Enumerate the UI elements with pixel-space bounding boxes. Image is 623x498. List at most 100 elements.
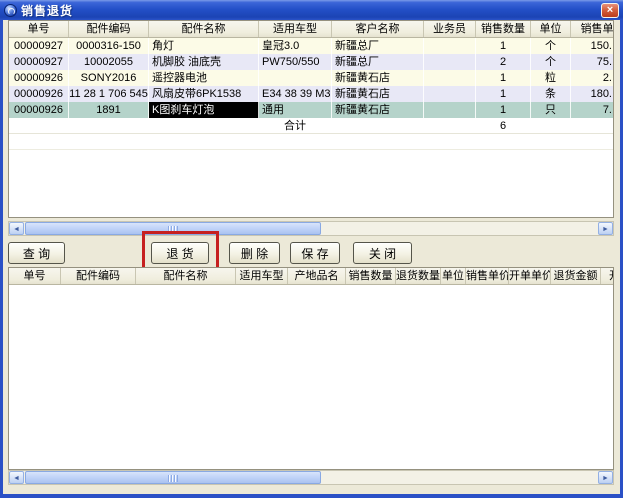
cell-order-no[interactable]: 00000927: [9, 54, 69, 70]
col-unit[interactable]: 单位: [531, 21, 571, 37]
col-order-no[interactable]: 单号: [9, 21, 69, 37]
col-vehicle-model[interactable]: 适用车型: [259, 21, 332, 37]
col-part-code[interactable]: 配件编码: [69, 21, 149, 37]
scroll-left-icon[interactable]: ◄: [9, 222, 24, 235]
table-row[interactable]: 00000926 11 28 1 706 545 风扇皮带6PK1538 E34…: [9, 86, 613, 102]
scrollbar-track[interactable]: [24, 471, 598, 484]
col-part-name[interactable]: 配件名称: [136, 268, 236, 284]
cell-empty: [69, 118, 149, 133]
cell-vehicle-model[interactable]: E34 38 39 M3: [259, 86, 332, 102]
cell-order-no[interactable]: 00000926: [9, 86, 69, 102]
table-row[interactable]: 00000926 SONY2016 遥控器电池 新疆黄石店 1 粒 2.: [9, 70, 613, 86]
title-bar[interactable]: 销售退货 ×: [0, 0, 623, 20]
cell-part-name-selected[interactable]: K图刹车灯泡: [149, 102, 259, 118]
client-area: 单号 配件编码 配件名称 适用车型 客户名称 业务员 销售数量 单位 销售单价 …: [3, 20, 620, 494]
cell-unit-price[interactable]: 2.: [571, 70, 614, 86]
empty-row: [9, 134, 613, 150]
cell-vehicle-model[interactable]: [259, 70, 332, 86]
cell-part-code[interactable]: 10002055: [69, 54, 149, 70]
cell-salesman[interactable]: [424, 38, 476, 54]
return-grid-hscrollbar[interactable]: ◄ ►: [8, 470, 614, 485]
col-part-code[interactable]: 配件编码: [61, 268, 136, 284]
scrollbar-thumb[interactable]: [25, 471, 321, 484]
cell-customer-name[interactable]: 新疆黄石店: [332, 102, 424, 118]
cell-unit-price[interactable]: 180.: [571, 86, 614, 102]
table-row[interactable]: 00000927 0000316-150 角灯 皇冠3.0 新疆总厂 1 个 1…: [9, 38, 613, 54]
col-truncated[interactable]: 开: [601, 268, 614, 284]
cell-sales-qty[interactable]: 1: [476, 86, 531, 102]
cell-customer-name[interactable]: 新疆总厂: [332, 38, 424, 54]
return-grid-body: [9, 285, 613, 469]
query-button[interactable]: 查 询: [8, 242, 65, 264]
scroll-right-icon[interactable]: ►: [598, 222, 613, 235]
return-button[interactable]: 退 货: [151, 242, 209, 264]
col-billing-price[interactable]: 开单单价: [509, 268, 551, 284]
col-unit[interactable]: 单位: [441, 268, 466, 284]
cell-part-name[interactable]: 机脚胶 油底壳: [149, 54, 259, 70]
cell-salesman[interactable]: [424, 102, 476, 118]
cell-customer-name[interactable]: 新疆黄石店: [332, 70, 424, 86]
col-return-qty[interactable]: 退货数量: [396, 268, 441, 284]
col-unit-price[interactable]: 销售单价: [571, 21, 614, 37]
cell-part-code[interactable]: 11 28 1 706 545: [69, 86, 149, 102]
delete-button[interactable]: 删 除: [229, 242, 280, 264]
close-window-button[interactable]: 关 闭: [353, 242, 412, 264]
col-customer-name[interactable]: 客户名称: [332, 21, 424, 37]
cell-unit[interactable]: 粒: [531, 70, 571, 86]
sales-grid-hscrollbar[interactable]: ◄ ►: [8, 221, 614, 236]
col-origin-name[interactable]: 产地品名: [288, 268, 346, 284]
save-button[interactable]: 保 存: [290, 242, 340, 264]
cell-vehicle-model[interactable]: 皇冠3.0: [259, 38, 332, 54]
cell-salesman[interactable]: [424, 70, 476, 86]
cell-empty: [332, 118, 424, 133]
cell-part-code[interactable]: 1891: [69, 102, 149, 118]
cell-order-no[interactable]: 00000926: [9, 102, 69, 118]
table-row-selected[interactable]: 00000926 1891 K图刹车灯泡 通用 新疆黄石店 1 只 7.: [9, 102, 613, 118]
cell-customer-name[interactable]: 新疆黄石店: [332, 86, 424, 102]
total-quantity: 6: [476, 118, 531, 133]
close-icon[interactable]: ×: [601, 3, 619, 18]
sales-grid-header: 单号 配件编码 配件名称 适用车型 客户名称 业务员 销售数量 单位 销售单价: [9, 21, 613, 38]
col-salesman[interactable]: 业务员: [424, 21, 476, 37]
cell-unit[interactable]: 只: [531, 102, 571, 118]
cell-order-no[interactable]: 00000926: [9, 70, 69, 86]
table-row[interactable]: 00000927 10002055 机脚胶 油底壳 PW750/550 新疆总厂…: [9, 54, 613, 70]
cell-unit-price[interactable]: 150.: [571, 38, 614, 54]
col-vehicle-model[interactable]: 适用车型: [236, 268, 288, 284]
col-sales-qty[interactable]: 销售数量: [346, 268, 396, 284]
cell-order-no[interactable]: 00000927: [9, 38, 69, 54]
cell-unit[interactable]: 条: [531, 86, 571, 102]
cell-unit-price[interactable]: 7.: [571, 102, 614, 118]
cell-vehicle-model[interactable]: 通用: [259, 102, 332, 118]
sales-grid: 单号 配件编码 配件名称 适用车型 客户名称 业务员 销售数量 单位 销售单价 …: [8, 20, 614, 218]
cell-part-code[interactable]: 0000316-150: [69, 38, 149, 54]
cell-sales-qty[interactable]: 1: [476, 38, 531, 54]
cell-sales-qty[interactable]: 2: [476, 54, 531, 70]
total-label: 合计: [259, 118, 332, 133]
col-return-amount[interactable]: 退货金额: [551, 268, 601, 284]
cell-part-name[interactable]: 风扇皮带6PK1538: [149, 86, 259, 102]
cell-part-code[interactable]: SONY2016: [69, 70, 149, 86]
scroll-left-icon[interactable]: ◄: [9, 471, 24, 484]
cell-empty: [9, 118, 69, 133]
cell-vehicle-model[interactable]: PW750/550: [259, 54, 332, 70]
cell-salesman[interactable]: [424, 86, 476, 102]
cell-empty: [571, 118, 614, 133]
scroll-right-icon[interactable]: ►: [598, 471, 613, 484]
scrollbar-track[interactable]: [24, 222, 598, 235]
cell-salesman[interactable]: [424, 54, 476, 70]
scrollbar-thumb[interactable]: [25, 222, 321, 235]
cell-sales-qty[interactable]: 1: [476, 102, 531, 118]
col-order-no[interactable]: 单号: [9, 268, 61, 284]
cell-unit-price[interactable]: 75.: [571, 54, 614, 70]
cell-part-name[interactable]: 角灯: [149, 38, 259, 54]
total-row: 合计 6: [9, 118, 613, 134]
col-part-name[interactable]: 配件名称: [149, 21, 259, 37]
cell-part-name[interactable]: 遥控器电池: [149, 70, 259, 86]
cell-customer-name[interactable]: 新疆总厂: [332, 54, 424, 70]
cell-unit[interactable]: 个: [531, 38, 571, 54]
col-sales-qty[interactable]: 销售数量: [476, 21, 531, 37]
cell-unit[interactable]: 个: [531, 54, 571, 70]
col-sales-price[interactable]: 销售单价: [466, 268, 509, 284]
cell-sales-qty[interactable]: 1: [476, 70, 531, 86]
